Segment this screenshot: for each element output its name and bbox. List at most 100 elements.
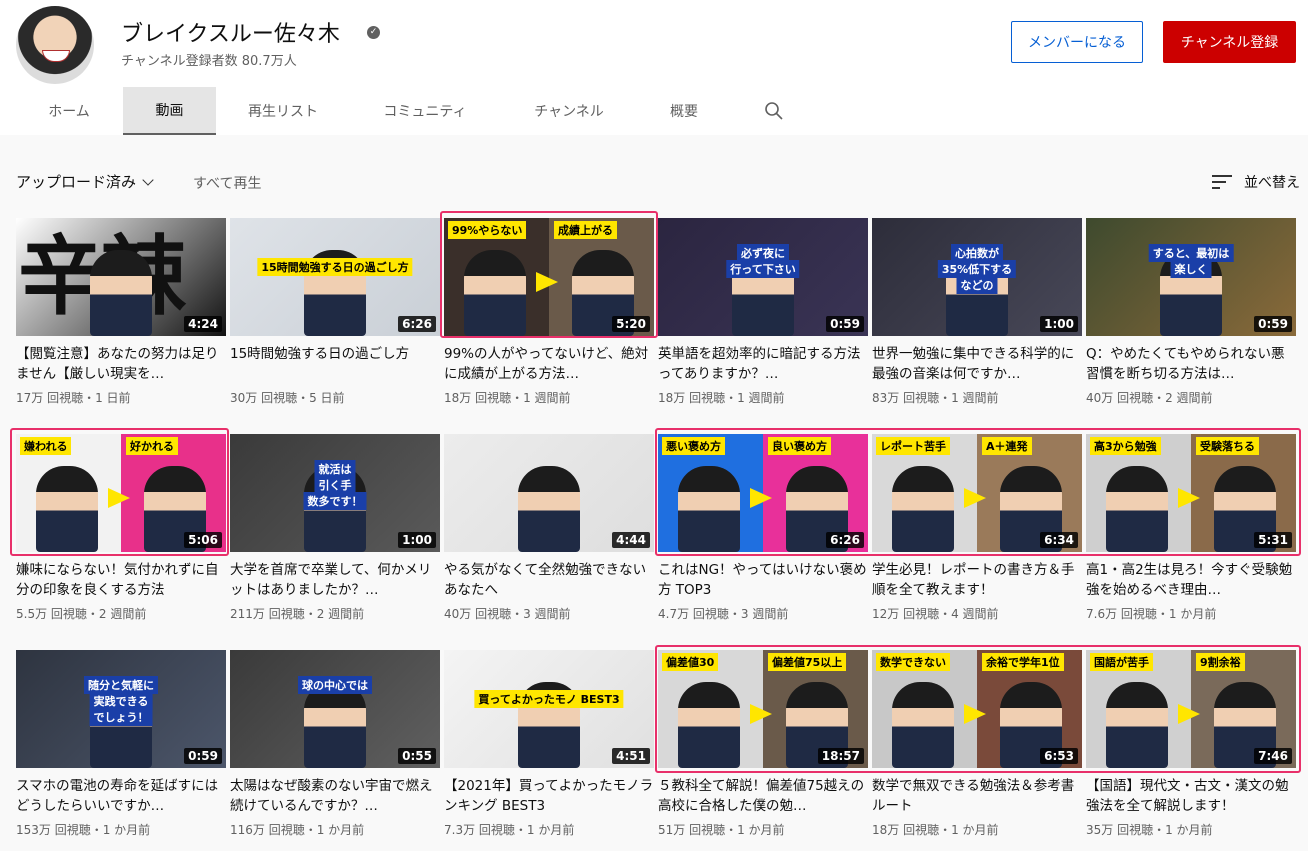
video-thumbnail[interactable]: 15時間勉強する日の過ごし方 6:26 xyxy=(230,218,440,336)
subscribe-button[interactable]: チャンネル登録 xyxy=(1163,21,1296,63)
video-thumbnail[interactable]: 随分と気軽に 実践できる でしょう！ 0:59 xyxy=(16,650,226,768)
video-duration: 1:00 xyxy=(398,532,436,548)
thumbnail-caption: 良い褒め方 xyxy=(768,437,831,455)
video-title[interactable]: 英単語を超効率的に暗記する方法ってありますか？… xyxy=(658,344,868,384)
video-thumbnail[interactable]: 悪い褒め方 良い褒め方 6:26 xyxy=(658,434,868,552)
video-meta: 35万 回視聴・1 か月前 xyxy=(1086,823,1213,837)
video-title[interactable]: 嫌味にならない！気付かれずに自分の印象を良くする方法 xyxy=(16,560,226,600)
video-thumbnail[interactable]: 数学できない 余裕で学年1位 6:53 xyxy=(872,650,1082,768)
video-title[interactable]: 大学を首席で卒業して、何かメリットはありましたか？… xyxy=(230,560,440,600)
thumbnail-caption: 買ってよかったモノ BEST3 xyxy=(474,690,624,708)
video-card[interactable]: 心拍数が 35%低下する などの 1:00 世界一勉強に集中できる科学的に最強の音楽は何… xyxy=(872,218,1082,406)
video-card[interactable]: 4:44 やる気がなくて全然勉強できないあなたへ 40万 回視聴・3 週間前 xyxy=(444,434,654,622)
video-duration: 18:57 xyxy=(817,748,864,764)
video-card[interactable]: 偏差値30 偏差値75以上 18:57 ５教科全て解説！偏差値75越えの高校に合格した… xyxy=(658,650,868,838)
video-thumbnail[interactable]: 偏差値30 偏差値75以上 18:57 xyxy=(658,650,868,768)
arrow-right-icon xyxy=(750,488,772,508)
video-title[interactable]: 15時間勉強する日の過ごし方 xyxy=(230,344,440,384)
video-thumbnail[interactable]: すると、最初は 楽しく 0:59 xyxy=(1086,218,1296,336)
video-card[interactable]: 必ず夜に 行って下さい 0:59 英単語を超効率的に暗記する方法ってありますか？… 18… xyxy=(658,218,868,406)
video-title[interactable]: やる気がなくて全然勉強できないあなたへ xyxy=(444,560,654,600)
video-card[interactable]: 就活は 引く手 数多です！ 1:00 大学を首席で卒業して、何かメリットはありましたか？… xyxy=(230,434,440,622)
thumbnail-caption: 偏差値30 xyxy=(662,653,719,671)
tab-videos[interactable]: 動画 xyxy=(123,87,216,135)
video-title[interactable]: 学生必見！レポートの書き方＆手順を全て教えます！ xyxy=(872,560,1082,600)
video-thumbnail[interactable]: 嫌われる 好かれる 5:06 xyxy=(16,434,226,552)
video-thumbnail[interactable]: 99%やらない 成績上がる 5:20 xyxy=(444,218,654,336)
video-meta: 30万 回視聴・5 日前 xyxy=(230,391,345,405)
join-member-button[interactable]: メンバーになる xyxy=(1011,21,1143,63)
video-card[interactable]: 国語が苦手 9割余裕 7:46 【国語】現代文・古文・漢文の勉強法を全て解説します！ 3… xyxy=(1086,650,1296,838)
video-title[interactable]: 【閲覧注意】あなたの努力は足りません【厳しい現実を… xyxy=(16,344,226,384)
video-title[interactable]: 世界一勉強に集中できる科学的に最強の音楽は何ですか… xyxy=(872,344,1082,384)
video-thumbnail[interactable]: 辛辣4:24 xyxy=(16,218,226,336)
video-meta: 7.3万 回視聴・1 か月前 xyxy=(444,823,575,837)
video-title[interactable]: スマホの電池の寿命を延ばすにはどうしたらいいですか… xyxy=(16,776,226,816)
thumbnail-caption: 国語が苦手 xyxy=(1090,653,1153,671)
video-card[interactable]: 数学できない 余裕で学年1位 6:53 数学で無双できる勉強法＆参考書ルート 18万 回… xyxy=(872,650,1082,838)
video-card[interactable]: 球の中心では 0:55 太陽はなぜ酸素のない宇宙で燃え続けているんですか？… 116万… xyxy=(230,650,440,838)
arrow-right-icon xyxy=(964,704,986,724)
video-meta: 153万 回視聴・1 か月前 xyxy=(16,823,151,837)
video-card[interactable]: 随分と気軽に 実践できる でしょう！ 0:59 スマホの電池の寿命を延ばすにはどうしたら… xyxy=(16,650,226,838)
video-title[interactable]: Q：やめたくてもやめられない悪習慣を断ち切る方法は… xyxy=(1086,344,1296,384)
tab-channels[interactable]: チャンネル xyxy=(512,87,626,135)
video-thumbnail[interactable]: 高3から勉強 受験落ちる 5:31 xyxy=(1086,434,1296,552)
thumbnail-caption: 9割余裕 xyxy=(1196,653,1245,671)
play-all-button[interactable]: すべて再生 xyxy=(193,173,261,193)
video-duration: 6:34 xyxy=(1040,532,1078,548)
channel-name[interactable]: ブレイクスルー佐々木 xyxy=(121,16,340,48)
video-title[interactable]: 【2021年】買ってよかったモノランキング BEST3 xyxy=(444,776,654,816)
video-thumbnail[interactable]: 4:44 xyxy=(444,434,654,552)
video-thumbnail[interactable]: ＼2021年／買ってよかったモノ BEST34:51 xyxy=(444,650,654,768)
video-thumbnail[interactable]: 就活は 引く手 数多です！ 1:00 xyxy=(230,434,440,552)
video-card[interactable]: 悪い褒め方 良い褒め方 6:26 これはNG！やってはいけない褒め方 TOP3 4.7万… xyxy=(658,434,868,622)
video-title[interactable]: 99%の人がやってないけど、絶対に成績が上がる方法… xyxy=(444,344,654,384)
video-meta: 18万 回視聴・1 か月前 xyxy=(872,823,999,837)
arrow-right-icon xyxy=(750,704,772,724)
search-icon[interactable] xyxy=(764,101,784,121)
arrow-right-icon xyxy=(1178,704,1200,724)
video-thumbnail[interactable]: 心拍数が 35%低下する などの 1:00 xyxy=(872,218,1082,336)
video-title[interactable]: 太陽はなぜ酸素のない宇宙で燃え続けているんですか？… xyxy=(230,776,440,816)
video-card[interactable]: 嫌われる 好かれる 5:06 嫌味にならない！気付かれずに自分の印象を良くする方法 5.… xyxy=(16,434,226,622)
video-meta: 17万 回視聴・1 日前 xyxy=(16,391,131,405)
thumbnail-caption: 嫌われる xyxy=(20,437,72,455)
video-duration: 4:44 xyxy=(612,532,650,548)
video-title[interactable]: これはNG！やってはいけない褒め方 TOP3 xyxy=(658,560,868,600)
uploads-dropdown[interactable]: アップロード済み xyxy=(16,171,154,192)
thumbnail-caption: 行って下さい xyxy=(726,260,800,278)
tab-playlists[interactable]: 再生リスト xyxy=(228,87,338,135)
video-meta: 116万 回視聴・1 か月前 xyxy=(230,823,365,837)
video-card[interactable]: 辛辣4:24 【閲覧注意】あなたの努力は足りません【厳しい現実を… 17万 回視聴・… xyxy=(16,218,226,406)
thumbnail-person xyxy=(1106,466,1168,552)
video-thumbnail[interactable]: レポート苦手 A＋連発 6:34 xyxy=(872,434,1082,552)
channel-header: ブレイクスルー佐々木 ✓ チャンネル登録者数 80.7万人 メンバーになる チャ… xyxy=(0,0,1308,135)
sort-icon xyxy=(1212,174,1232,190)
tab-home[interactable]: ホーム xyxy=(16,87,122,135)
thumbnail-caption: 15時間勉強する日の過ごし方 xyxy=(257,258,413,276)
video-title[interactable]: 【国語】現代文・古文・漢文の勉強法を全て解説します！ xyxy=(1086,776,1296,816)
video-title[interactable]: 高1・高2生は見ろ！今すぐ受験勉強を始めるべき理由… xyxy=(1086,560,1296,600)
video-thumbnail[interactable]: 球の中心では 0:55 xyxy=(230,650,440,768)
channel-avatar[interactable] xyxy=(16,6,94,84)
thumbnail-caption: 成績上がる xyxy=(554,221,617,239)
thumbnail-person xyxy=(678,466,740,552)
thumbnail-person xyxy=(1106,682,1168,768)
video-card[interactable]: すると、最初は 楽しく 0:59 Q：やめたくてもやめられない悪習慣を断ち切る方法は…… xyxy=(1086,218,1296,406)
video-card[interactable]: 99%やらない 成績上がる 5:20 99%の人がやってないけど、絶対に成績が上がる方… xyxy=(444,218,654,406)
video-meta: 7.6万 回視聴・1 か月前 xyxy=(1086,607,1217,621)
video-duration: 5:31 xyxy=(1254,532,1292,548)
tab-about[interactable]: 概要 xyxy=(648,87,720,135)
video-title[interactable]: 数学で無双できる勉強法＆参考書ルート xyxy=(872,776,1082,816)
video-thumbnail[interactable]: 必ず夜に 行って下さい 0:59 xyxy=(658,218,868,336)
video-card[interactable]: ＼2021年／買ってよかったモノ BEST34:51 【2021年】買ってよかった… xyxy=(444,650,654,838)
video-card[interactable]: レポート苦手 A＋連発 6:34 学生必見！レポートの書き方＆手順を全て教えます！ 12… xyxy=(872,434,1082,622)
video-meta: 40万 回視聴・3 週間前 xyxy=(444,607,571,621)
video-title[interactable]: ５教科全て解説！偏差値75越えの高校に合格した僕の勉… xyxy=(658,776,868,816)
video-card[interactable]: 高3から勉強 受験落ちる 5:31 高1・高2生は見ろ！今すぐ受験勉強を始めるべき理由… xyxy=(1086,434,1296,622)
video-thumbnail[interactable]: 国語が苦手 9割余裕 7:46 xyxy=(1086,650,1296,768)
video-card[interactable]: 15時間勉強する日の過ごし方 6:26 15時間勉強する日の過ごし方 30万 回視聴・… xyxy=(230,218,440,406)
sort-button[interactable]: 並べ替え xyxy=(1212,172,1300,192)
tab-community[interactable]: コミュニティ xyxy=(360,87,490,135)
